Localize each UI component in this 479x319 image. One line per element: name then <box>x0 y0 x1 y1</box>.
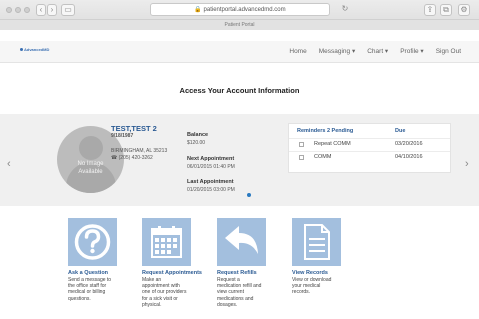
site-navbar: AdvancedMD Home Messaging ▾ Chart ▾ Prof… <box>0 41 479 63</box>
next-appointment-label: Next Appointment <box>187 156 235 162</box>
last-appointment-label: Last Appointment <box>187 179 234 185</box>
share-button[interactable]: ⇪ <box>424 4 436 16</box>
reminders-header: Reminders 2 Pending <box>297 128 354 134</box>
request-refills-tile[interactable] <box>217 218 266 266</box>
view-records-desc: View or download your medical records. <box>292 277 332 296</box>
page-title: Access Your Account Information <box>179 86 300 95</box>
patient-summary-carousel: ‹ › No Image Available TEST,TEST 2 9/18/… <box>0 114 479 206</box>
nav-signout[interactable]: Sign Out <box>430 45 467 59</box>
patient-dob: 9/18/1987 <box>111 133 134 139</box>
nav-chart[interactable]: Chart ▾ <box>361 45 394 59</box>
patient-address: BIRMINGHAM, AL 35213 <box>111 148 168 154</box>
back-button[interactable]: ‹ <box>36 4 46 16</box>
zoom-window-dot[interactable] <box>24 7 30 13</box>
request-appointments-tile[interactable] <box>142 218 191 266</box>
reply-arrow-icon <box>225 226 258 254</box>
minimize-window-dot[interactable] <box>15 7 21 13</box>
reminder-name: COMM <box>314 154 332 160</box>
lock-icon: 🔒 <box>194 7 202 13</box>
reminder-due: 03/20/2016 <box>395 141 423 147</box>
next-appointment-value: 06/01/2015 01:40 PM <box>187 164 235 170</box>
extension-button[interactable]: ⚙ <box>458 4 470 16</box>
address-bar[interactable]: 🔒 patientportal.advancedmd.com <box>150 3 330 16</box>
reminder-checkbox[interactable] <box>299 142 304 147</box>
calendar-icon <box>151 226 182 258</box>
reminder-row: Repeat COMM 03/20/2016 <box>289 138 450 150</box>
nav-messaging[interactable]: Messaging ▾ <box>313 45 362 59</box>
avatar-placeholder-text: No Image Available <box>77 161 104 175</box>
sidebar-toggle-button[interactable]: ▭ <box>61 4 75 16</box>
carousel-next-button[interactable]: › <box>465 159 469 170</box>
logo-mark-icon <box>20 48 23 51</box>
carousel-indicator-dot[interactable] <box>247 193 251 197</box>
reminder-name: Repeat COMM <box>314 141 351 147</box>
nav-links: Home Messaging ▾ Chart ▾ Profile ▾ Sign … <box>283 45 467 59</box>
nav-home[interactable]: Home <box>283 45 312 59</box>
tabs-button[interactable]: ⧉ <box>440 4 452 16</box>
reminder-due: 04/10/2016 <box>395 154 423 160</box>
request-appointments-desc: Make an appointment with one of our prov… <box>142 277 187 308</box>
request-appointments-link[interactable]: Request Appointments <box>142 270 212 276</box>
forward-button[interactable]: › <box>47 4 57 16</box>
browser-chrome: ‹ › ▭ 🔒 patientportal.advancedmd.com ↻ ⇪… <box>0 0 479 30</box>
last-appointment-value: 01/20/2015 03:00 PM <box>187 187 235 193</box>
balance-value: $120.00 <box>187 140 206 146</box>
reminder-row: COMM 04/10/2016 <box>289 151 450 163</box>
url-text: patientportal.advancedmd.com <box>203 7 286 13</box>
reminder-checkbox[interactable] <box>299 155 304 160</box>
view-records-link[interactable]: View Records <box>292 270 362 276</box>
ask-question-tile[interactable] <box>68 218 117 266</box>
tab-title[interactable]: Patient Portal <box>0 19 479 30</box>
reminders-table: Reminders 2 Pending Due Repeat COMM 03/2… <box>288 123 451 173</box>
ask-question-link[interactable]: Ask a Question <box>68 270 138 276</box>
avatar-head <box>79 136 103 160</box>
phone-icon: ☎ <box>111 155 118 161</box>
patient-phone: ☎ (205) 420-3262 <box>111 155 153 161</box>
close-window-dot[interactable] <box>6 7 12 13</box>
logo[interactable]: AdvancedMD <box>20 47 49 52</box>
reminders-due-header: Due <box>395 128 406 134</box>
patient-name: TEST,TEST 2 <box>111 124 157 133</box>
balance-label: Balance <box>187 132 209 138</box>
document-icon <box>304 224 330 260</box>
reload-icon[interactable]: ↻ <box>340 4 350 16</box>
question-icon <box>74 224 111 260</box>
nav-profile[interactable]: Profile ▾ <box>394 45 430 59</box>
request-refills-desc: Request a medication refill and view cur… <box>217 277 262 308</box>
view-records-tile[interactable] <box>292 218 341 266</box>
carousel-prev-button[interactable]: ‹ <box>7 159 11 170</box>
request-refills-link[interactable]: Request Refills <box>217 270 287 276</box>
ask-question-desc: Send a message to the office staff for m… <box>68 277 112 302</box>
